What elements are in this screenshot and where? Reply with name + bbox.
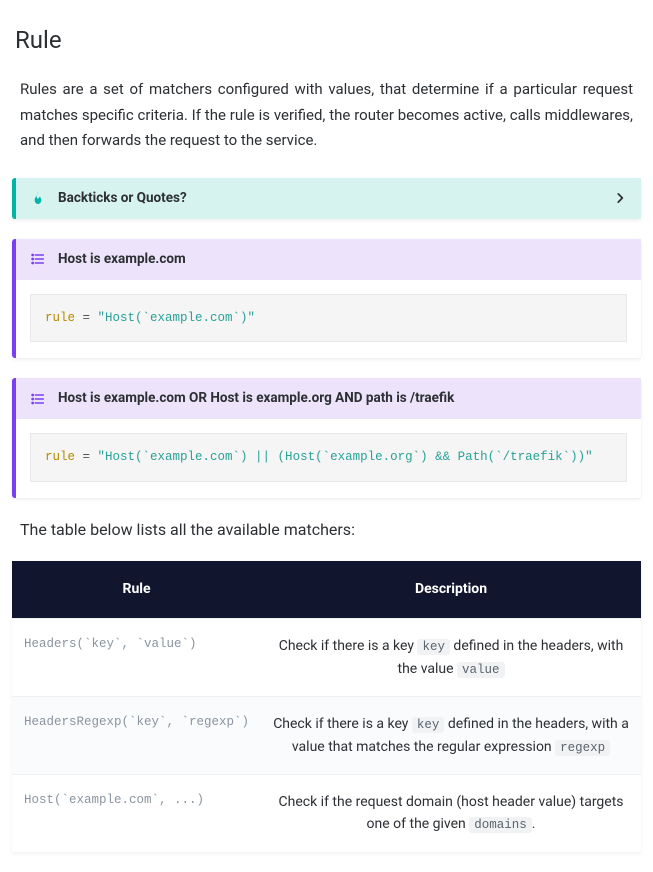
inline-code: regexp bbox=[555, 740, 610, 756]
rule-intro: Rules are a set of matchers configured w… bbox=[20, 77, 633, 154]
code-string: "Host(`example.com`) || (Host(`example.o… bbox=[98, 450, 593, 464]
desc-cell: Check if there is a key key defined in t… bbox=[261, 697, 641, 775]
tip-title-text: Backticks or Quotes? bbox=[58, 188, 187, 209]
example-title-text: Host is example.com OR Host is example.o… bbox=[58, 388, 454, 409]
example-title-text: Host is example.com bbox=[58, 249, 186, 270]
flame-icon bbox=[30, 190, 46, 206]
code-key: rule bbox=[45, 311, 75, 325]
rule-cell: HeadersRegexp(`key`, `regexp`) bbox=[12, 697, 261, 775]
code-op: = bbox=[75, 450, 98, 464]
inline-code: domains bbox=[469, 817, 532, 833]
tip-title-bar[interactable]: Backticks or Quotes? bbox=[16, 178, 641, 219]
chevron-right-icon bbox=[613, 191, 627, 205]
desc-cell: Check if the request domain (host header… bbox=[261, 775, 641, 852]
tip-backticks[interactable]: Backticks or Quotes? bbox=[12, 178, 641, 219]
inline-code: key bbox=[417, 639, 450, 655]
code-block[interactable]: rule = "Host(`example.com`) || (Host(`ex… bbox=[30, 433, 627, 482]
code-block[interactable]: rule = "Host(`example.com`)" bbox=[30, 294, 627, 343]
example-title-bar: Host is example.com OR Host is example.o… bbox=[16, 378, 641, 419]
table-row: Headers(`key`, `value`) Check if there i… bbox=[12, 619, 641, 697]
desc-cell: Check if there is a key key defined in t… bbox=[261, 619, 641, 697]
table-lead: The table below lists all the available … bbox=[20, 518, 641, 543]
rule-cell: Headers(`key`, `value`) bbox=[12, 619, 261, 697]
example-body: rule = "Host(`example.com`) || (Host(`ex… bbox=[16, 419, 641, 498]
list-icon bbox=[30, 391, 46, 407]
code-string: "Host(`example.com`)" bbox=[98, 311, 256, 325]
inline-code: key bbox=[412, 717, 445, 733]
inline-code: value bbox=[457, 662, 505, 678]
table-header-rule: Rule bbox=[12, 561, 261, 619]
rule-cell: Host(`example.com`, ...) bbox=[12, 775, 261, 852]
table-row: HeadersRegexp(`key`, `regexp`) Check if … bbox=[12, 697, 641, 775]
table-header-desc: Description bbox=[261, 561, 641, 619]
rule-heading: Rule bbox=[15, 22, 641, 59]
matchers-table: Rule Description Headers(`key`, `value`)… bbox=[12, 561, 641, 852]
example-body: rule = "Host(`example.com`)" bbox=[16, 280, 641, 359]
code-op: = bbox=[75, 311, 98, 325]
table-row: Host(`example.com`, ...) Check if the re… bbox=[12, 775, 641, 852]
example-title-bar: Host is example.com bbox=[16, 239, 641, 280]
list-icon bbox=[30, 251, 46, 267]
code-key: rule bbox=[45, 450, 75, 464]
example-host-or: Host is example.com OR Host is example.o… bbox=[12, 378, 641, 498]
example-host: Host is example.com rule = "Host(`exampl… bbox=[12, 239, 641, 359]
